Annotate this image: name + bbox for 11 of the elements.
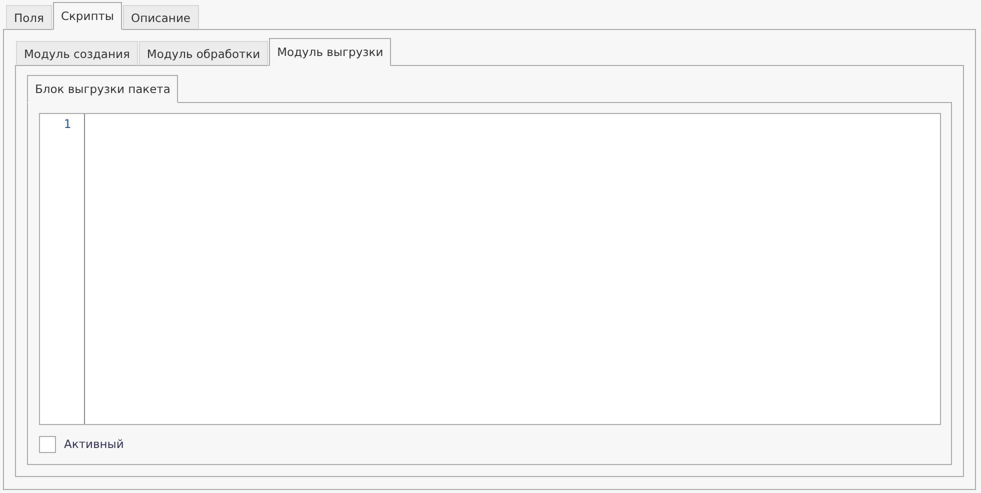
tab[interactable]: Скрипты (52, 2, 122, 30)
tab[interactable]: Описание (123, 5, 198, 30)
code-editor[interactable]: 1 (39, 113, 941, 425)
tab[interactable]: Модуль обработки (138, 41, 268, 66)
checkbox-label: Активный (64, 437, 124, 451)
tab[interactable]: Модуль выгрузки (269, 38, 392, 66)
tab[interactable]: Блок выгрузки пакета (27, 75, 178, 103)
checkbox[interactable] (39, 436, 56, 452)
tab[interactable]: Модуль создания (16, 41, 138, 66)
line-number: 1 (64, 117, 71, 132)
tab[interactable]: Поля (6, 5, 52, 30)
